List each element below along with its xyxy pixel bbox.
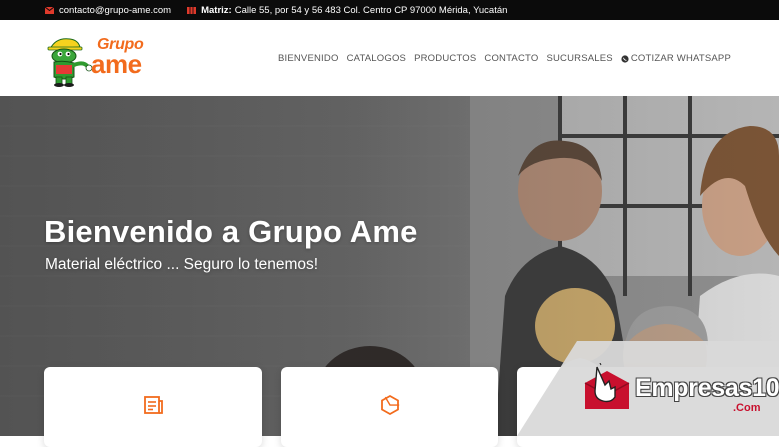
whatsapp-icon: [621, 54, 629, 63]
watermark-suffix: .Com: [733, 402, 761, 414]
main-nav: BIENVENIDO CATALOGOS PRODUCTOS CONTACTO …: [278, 53, 731, 64]
envelope-icon: [45, 6, 54, 14]
hexagon-icon: [380, 394, 399, 416]
contact-email-text[interactable]: contacto@grupo-ame.com: [59, 5, 171, 16]
nav-item-contacto[interactable]: CONTACTO: [484, 53, 538, 64]
nav-item-productos[interactable]: PRODUCTOS: [414, 53, 476, 64]
hand-cursor-icon: [584, 363, 630, 409]
grupo-ame-logo[interactable]: Grupo ame: [44, 35, 150, 87]
nav-item-cotizar-whatsapp[interactable]: COTIZAR WHATSAPP: [621, 53, 731, 64]
nav-item-bienvenido[interactable]: BIENVENIDO: [278, 53, 339, 64]
map-icon: [187, 6, 197, 14]
top-bar: contacto@grupo-ame.com Matriz: Calle 55,…: [0, 0, 779, 20]
address-label: Matriz:: [201, 4, 232, 16]
document-icon: [144, 396, 163, 414]
site-header: Grupo ame BIENVENIDO CATALOGOS PRODUCTOS…: [0, 20, 779, 97]
contact-email[interactable]: contacto@grupo-ame.com: [45, 5, 171, 16]
address-text: Calle 55, por 54 y 56 483 Col. Centro CP…: [234, 4, 508, 16]
address: Matriz: Calle 55, por 54 y 56 483 Col. C…: [187, 5, 507, 16]
nav-item-catalogos[interactable]: CATALOGOS: [347, 53, 407, 64]
nav-item-sucursales[interactable]: SUCURSALES: [546, 53, 612, 64]
cotizar-whatsapp-label: COTIZAR WHATSAPP: [630, 53, 731, 64]
watermark-brand: Empresas10: [635, 374, 779, 402]
feature-card-1[interactable]: [44, 367, 262, 447]
feature-card-2[interactable]: [281, 367, 498, 447]
hero-subtitle: Material eléctrico ... Seguro lo tenemos…: [45, 256, 319, 273]
hero-title: Bienvenido a Grupo Ame: [44, 214, 418, 249]
mascot-logo-icon: [47, 38, 93, 87]
logo-text-ame: ame: [91, 49, 142, 79]
empresas10-watermark: Empresas10 .Com: [517, 341, 779, 436]
